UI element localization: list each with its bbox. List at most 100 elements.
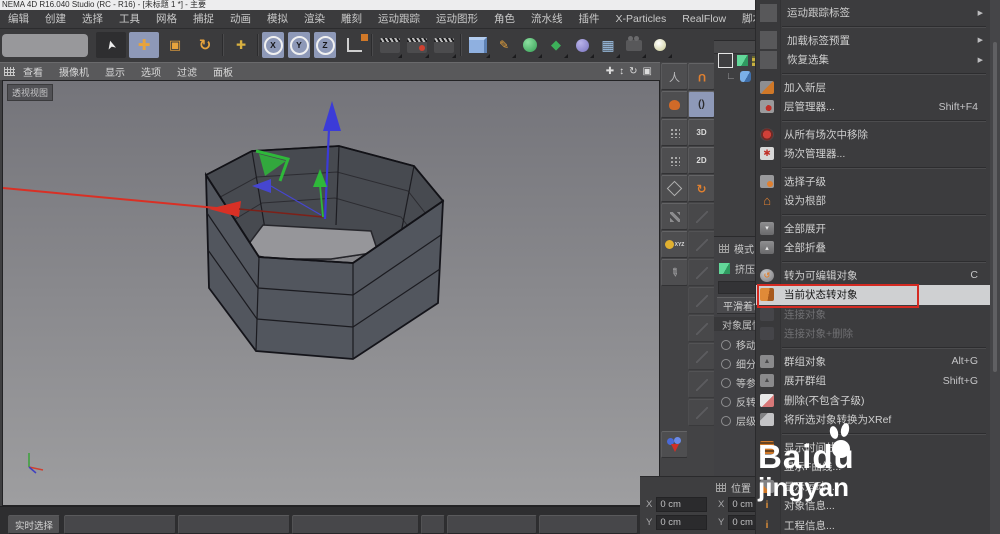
vp-menu-panel[interactable]: 面板	[205, 64, 241, 79]
menu-item-remove-from-all-takes[interactable]: 从所有场次中移除	[756, 125, 990, 145]
viewport-label[interactable]: 透视视图	[7, 84, 53, 101]
guide-tool-2[interactable]	[688, 231, 715, 258]
model-mode-button[interactable]	[661, 91, 688, 118]
menu-item-set-as-root[interactable]: ⌂ 设为根部	[756, 191, 990, 211]
move-tool-button[interactable]: ✚	[129, 32, 159, 58]
menu-motion-tracker[interactable]: 运动跟踪	[370, 10, 428, 28]
menu-item-show-fcurves[interactable]: ~ 显示F曲线...	[756, 457, 990, 477]
menu-item-expand-group[interactable]: ▲ 展开群组 Shift+G	[756, 371, 990, 391]
menu-render[interactable]: 渲染	[296, 10, 333, 28]
add-generator-button[interactable]	[518, 32, 542, 58]
guide-tool-3[interactable]	[688, 259, 715, 286]
pan-view-icon[interactable]: ✚	[606, 64, 614, 80]
last-tool-button[interactable]: ✚	[228, 32, 254, 58]
vp-menu-filter[interactable]: 过滤	[169, 64, 205, 79]
viewport-canvas[interactable]: 透视视图	[2, 80, 660, 506]
menu-item-take-manager[interactable]: ✱ 场次管理器...	[756, 144, 990, 164]
menu-create[interactable]: 创建	[37, 10, 74, 28]
render-settings-button[interactable]	[404, 32, 429, 58]
menu-mesh[interactable]: 网格	[148, 10, 185, 28]
add-light-button[interactable]	[648, 32, 672, 58]
menu-item-project-information[interactable]: i 工程信息...	[756, 516, 990, 534]
snap-3d-button[interactable]: 3D	[688, 119, 715, 146]
guide-tool-5[interactable]	[688, 315, 715, 342]
menu-item-fold-all[interactable]: ▴ 全部折叠	[756, 238, 990, 258]
menu-item-motion-tracker-tags[interactable]: 运动跟踪标签▶	[756, 3, 990, 23]
viewport-grid-icon[interactable]	[4, 67, 15, 76]
snap-2d-button[interactable]: 2D	[688, 147, 715, 174]
lock-y-button[interactable]: Y	[288, 32, 310, 58]
menu-item-restore-selection[interactable]: 恢复选集▶	[756, 50, 990, 70]
menu-plugins[interactable]: 插件	[571, 10, 608, 28]
edges-mode-button[interactable]	[661, 147, 688, 174]
quantize-button[interactable]: ↻	[688, 175, 715, 202]
menu-simulate[interactable]: 模拟	[259, 10, 296, 28]
status-box-2[interactable]	[178, 515, 290, 534]
vp-menu-view[interactable]: 查看	[15, 64, 51, 79]
lock-x-button[interactable]: X	[262, 32, 284, 58]
live-selection-button[interactable]: ➤	[96, 32, 126, 58]
menu-item-add-to-new-layer[interactable]: 加入新层	[756, 78, 990, 98]
vp-menu-display[interactable]: 显示	[97, 64, 133, 79]
rotate-view-icon[interactable]: ↻	[629, 64, 637, 80]
guide-tool-7[interactable]	[688, 371, 715, 398]
maximize-view-icon[interactable]: ▣	[643, 64, 652, 80]
object-row-extrude[interactable]	[718, 53, 757, 68]
lock-z-button[interactable]: Z	[314, 32, 336, 58]
texture-mode-button[interactable]	[661, 203, 688, 230]
menu-mograph[interactable]: 运动图形	[428, 10, 486, 28]
anim-dot-icon[interactable]	[721, 378, 731, 388]
menu-item-current-state-to-object[interactable]: 当前状态转对象	[756, 285, 990, 305]
status-box-5[interactable]	[447, 515, 537, 534]
guide-tool-6[interactable]	[688, 343, 715, 370]
scale-tool-button[interactable]: ▣	[161, 32, 189, 58]
add-spline-button[interactable]: ✎	[492, 32, 516, 58]
vp-menu-cameras[interactable]: 摄像机	[51, 64, 97, 79]
object-manager-scrollbar[interactable]	[990, 0, 1000, 534]
menu-item-make-editable[interactable]: ↺ 转为可编辑对象 C	[756, 266, 990, 286]
coordinate-system-button[interactable]	[341, 32, 367, 58]
points-mode-button[interactable]	[661, 119, 688, 146]
add-primitive-button[interactable]	[466, 32, 490, 58]
render-view-button[interactable]	[377, 32, 402, 58]
anim-dot-icon[interactable]	[721, 397, 731, 407]
vp-menu-options[interactable]: 选项	[133, 64, 169, 79]
anim-dot-icon[interactable]	[721, 416, 731, 426]
status-box-4[interactable]	[421, 515, 445, 534]
menu-animate[interactable]: 动画	[222, 10, 259, 28]
menu-pipeline[interactable]: 流水线	[523, 10, 571, 28]
add-effector-button[interactable]: ◆	[544, 32, 568, 58]
position-y-field[interactable]: Y 0 cm	[646, 515, 707, 530]
position-x-field[interactable]: X 0 cm	[646, 497, 707, 512]
menu-edit[interactable]: 编辑	[0, 10, 37, 28]
axis-mode-button[interactable]: XYZ	[661, 231, 688, 258]
menu-item-group-objects[interactable]: ▲ 群组对象 Alt+G	[756, 352, 990, 372]
menu-item-unfold-all[interactable]: ▾ 全部展开	[756, 219, 990, 239]
status-box-6[interactable]	[539, 515, 638, 534]
workplane-button[interactable]: ✎	[661, 259, 688, 286]
viewport-solo-button[interactable]	[661, 431, 688, 458]
object-row-spline[interactable]: ∟	[726, 71, 751, 82]
menu-item-delete-without-children[interactable]: 删除(不包含子级)	[756, 391, 990, 411]
menu-tools[interactable]: 工具	[111, 10, 148, 28]
menu-realflow[interactable]: RealFlow	[674, 10, 734, 28]
add-camera-button[interactable]	[622, 32, 646, 58]
menu-item-layer-manager[interactable]: 层管理器... Shift+F4	[756, 97, 990, 117]
menu-item-object-information[interactable]: i 对象信息...	[756, 496, 990, 516]
menu-item-convert-to-xref[interactable]: 将所选对象转换为XRef	[756, 410, 990, 430]
status-box-1[interactable]	[64, 515, 176, 534]
menu-snap[interactable]: 捕捉	[185, 10, 222, 28]
panel-grid-icon[interactable]	[719, 244, 729, 253]
add-environment-button[interactable]: ▦	[596, 32, 620, 58]
anim-dot-icon[interactable]	[721, 359, 731, 369]
menu-item-show-timeline[interactable]: 显示时间线...	[756, 438, 990, 458]
menu-xparticles[interactable]: X-Particles	[608, 10, 675, 28]
status-box-3[interactable]	[292, 515, 419, 534]
polygons-mode-button[interactable]	[661, 175, 688, 202]
add-deformer-button[interactable]	[570, 32, 594, 58]
convert-to-editable-button[interactable]: 人	[661, 63, 688, 90]
menu-item-load-tag-preset[interactable]: 加载标签预置▶	[756, 31, 990, 51]
snap-toggle-button[interactable]: U	[688, 63, 715, 90]
guide-tool-1[interactable]	[688, 203, 715, 230]
menu-sculpt[interactable]: 雕刻	[333, 10, 370, 28]
